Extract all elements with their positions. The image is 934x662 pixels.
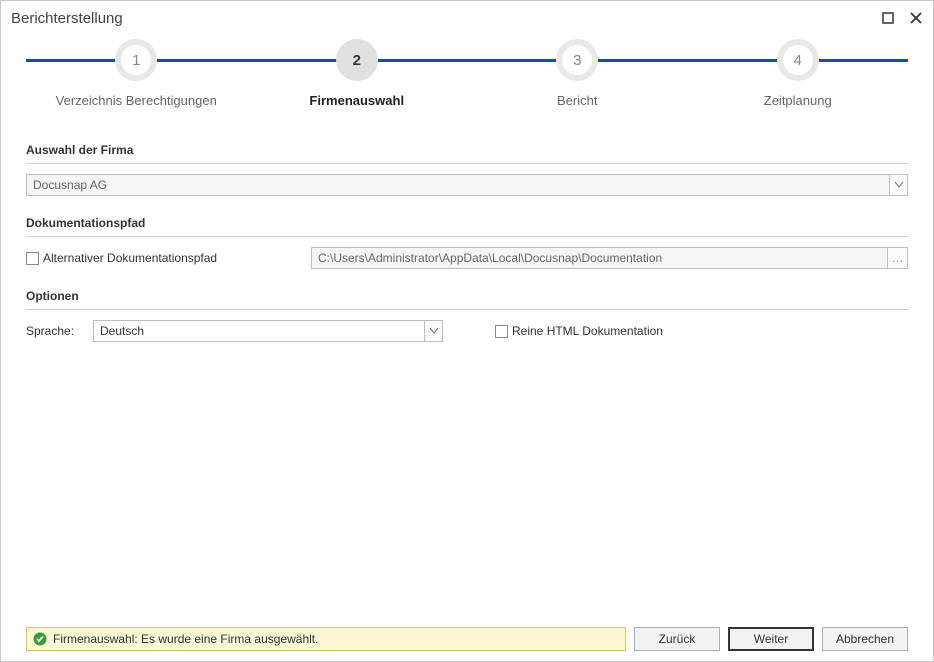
html-only-label: Reine HTML Dokumentation [512,324,663,338]
alt-path-check-wrap: Alternativer Dokumentationspfad [26,251,291,265]
back-button[interactable]: Zurück [634,627,720,651]
chevron-down-icon[interactable] [889,175,907,195]
status-text: Firmenauswahl: Es wurde eine Firma ausge… [53,632,318,646]
footer: Firmenauswahl: Es wurde eine Firma ausge… [1,625,933,661]
step-2[interactable]: 2 Firmenauswahl [247,35,468,108]
firma-select[interactable]: Docusnap AG [26,174,908,196]
alt-path-checkbox[interactable]: Alternativer Dokumentationspfad [26,251,291,265]
chevron-down-icon[interactable] [424,321,442,341]
doku-path-value: C:\Users\Administrator\AppData\Local\Doc… [318,251,662,265]
language-label: Sprache: [26,324,81,338]
html-only-checkbox[interactable]: Reine HTML Dokumentation [495,324,663,338]
window-controls [881,11,923,25]
step-4[interactable]: 4 Zeitplanung [688,35,909,108]
firma-select-value: Docusnap AG [33,178,107,192]
step-circle-4: 4 [777,39,819,81]
window-title: Berichterstellung [11,10,881,27]
next-button[interactable]: Weiter [728,627,814,651]
browse-button[interactable]: … [887,248,907,268]
titlebar: Berichterstellung [1,1,933,35]
wizard-window: Berichterstellung 1 Verzeichnis Berechti… [0,0,934,662]
options-row: Sprache: Deutsch Reine HTML Dokumentatio… [26,320,908,342]
firma-row: Docusnap AG [26,174,908,196]
section-opt-header: Optionen [26,285,908,310]
alt-path-label: Alternativer Dokumentationspfad [43,251,217,265]
step-3[interactable]: 3 Bericht [467,35,688,108]
checkbox-icon [495,325,508,338]
step-circle-1: 1 [115,39,157,81]
status-bar: Firmenauswahl: Es wurde eine Firma ausge… [26,627,626,651]
steps-container: 1 Verzeichnis Berechtigungen 2 Firmenaus… [26,35,908,108]
step-circle-3: 3 [556,39,598,81]
step-label-1: Verzeichnis Berechtigungen [56,93,217,108]
language-select[interactable]: Deutsch [93,320,443,342]
ellipsis-icon: … [892,251,904,265]
check-circle-icon [33,632,47,646]
doku-path-field[interactable]: C:\Users\Administrator\AppData\Local\Doc… [311,247,908,269]
language-select-value: Deutsch [100,324,144,338]
doku-row: Alternativer Dokumentationspfad C:\Users… [26,247,908,269]
section-firma-header: Auswahl der Firma [26,139,908,164]
section-doku-header: Dokumentationspfad [26,212,908,237]
content-area: Auswahl der Firma Docusnap AG Dokumentat… [1,125,933,625]
step-label-3: Bericht [557,93,597,108]
step-circle-2: 2 [336,39,378,81]
close-icon[interactable] [909,11,923,25]
wizard-stepbar: 1 Verzeichnis Berechtigungen 2 Firmenaus… [26,35,908,125]
checkbox-icon [26,252,39,265]
step-label-4: Zeitplanung [764,93,832,108]
maximize-icon[interactable] [881,11,895,25]
step-label-2: Firmenauswahl [309,93,404,108]
cancel-button[interactable]: Abbrechen [822,627,908,651]
step-1[interactable]: 1 Verzeichnis Berechtigungen [26,35,247,108]
